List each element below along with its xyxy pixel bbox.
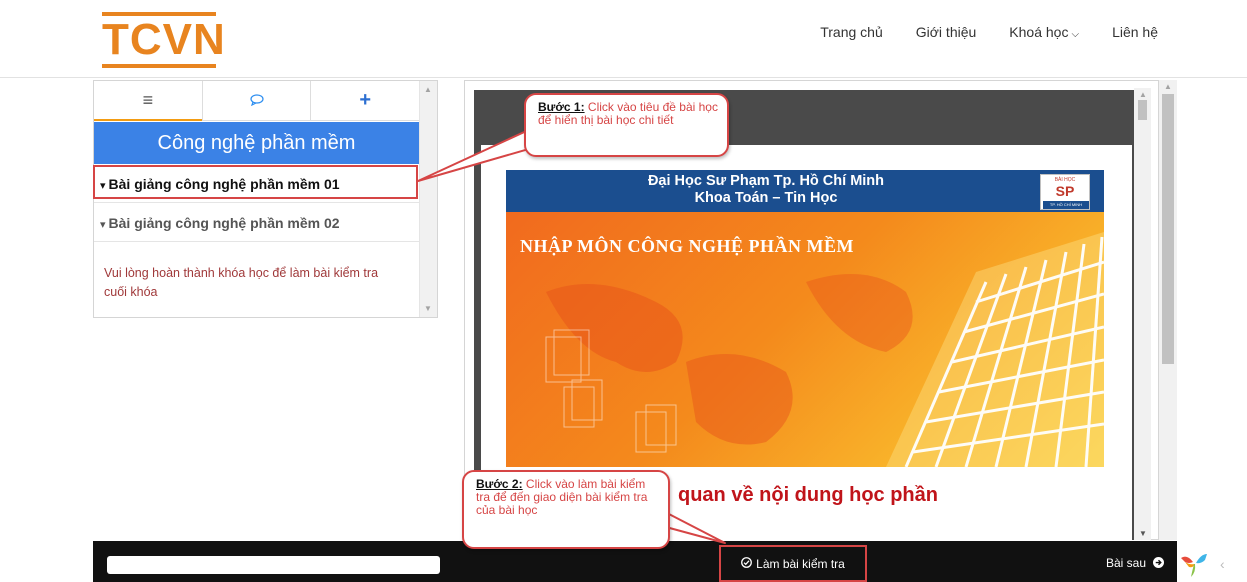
logo-bottom-bar <box>102 64 216 68</box>
callout-step-1: Bước 1: Click vào tiêu đề bài học để hiể… <box>524 93 729 157</box>
chevron-down-icon: ⌵ <box>1071 29 1080 40</box>
take-quiz-label: Làm bài kiểm tra <box>756 556 845 571</box>
next-lesson-label: Bài sau <box>1106 556 1147 570</box>
slide-subtitle: quan về nội dung học phần <box>678 484 938 506</box>
nav-home[interactable]: Trang chủ <box>820 24 883 40</box>
scroll-thumb[interactable] <box>1162 94 1174 364</box>
final-quiz-notice: Vui lòng hoàn thành khóa học để làm bài … <box>104 266 379 299</box>
scroll-thumb[interactable] <box>1138 100 1147 120</box>
course-sidebar: ≡ + Công nghệ phần mềm ▾ Bài giảng công n… <box>93 80 438 318</box>
plus-icon: + <box>359 89 372 111</box>
nav-courses-label: Khoá học <box>1009 24 1069 40</box>
site-header: TCVN Trang chủ Giới thiệu Khoá học ⌵ Liên… <box>0 0 1247 78</box>
course-title: Công nghệ phần mềm <box>94 122 419 164</box>
chat-icon <box>249 93 264 109</box>
check-circle-icon <box>741 556 753 571</box>
logo-main-text: SP <box>1055 183 1075 199</box>
scroll-down-icon[interactable]: ▼ <box>1139 529 1147 538</box>
chevron-left-icon[interactable]: ‹ <box>1220 556 1225 572</box>
brand-leaf-icon <box>1179 552 1209 578</box>
sidebar-scrollbar[interactable]: ▲ ▼ <box>419 81 437 317</box>
list-icon: ≡ <box>142 90 154 110</box>
callout-step-2: Bước 2: Click vào làm bài kiểm tra để đế… <box>462 470 670 549</box>
callout-step-2-label: Bước 2: <box>476 477 523 491</box>
tab-comments[interactable] <box>203 81 312 120</box>
logo-text: TCVN <box>102 15 226 64</box>
arrow-right-circle-icon <box>1150 556 1165 570</box>
scroll-up-icon[interactable]: ▲ <box>424 85 432 94</box>
chevron-down-icon: ▾ <box>100 219 106 231</box>
slide-university: Đại Học Sư Phạm Tp. Hồ Chí Minh <box>647 173 885 189</box>
tab-lessons[interactable]: ≡ <box>94 81 203 121</box>
nav-courses[interactable]: Khoá học ⌵ <box>1009 24 1079 40</box>
scroll-up-icon[interactable]: ▲ <box>1139 90 1147 99</box>
take-quiz-button[interactable]: Làm bài kiểm tra <box>719 545 867 582</box>
callout-step-1-label: Bước 1: <box>538 100 585 114</box>
scroll-down-icon[interactable]: ▼ <box>424 304 432 313</box>
scroll-up-icon[interactable]: ▲ <box>1164 82 1172 91</box>
nav-contact[interactable]: Liên hệ <box>1112 24 1158 40</box>
lesson-item-02[interactable]: ▾ Bài giảng công nghệ phần mềm 02 <box>94 204 419 242</box>
slide-cover-image: NHẬP MÔN CÔNG NGHỆ PHẦN MỀM <box>506 212 1104 467</box>
logo-bottom-text: TP. HỒ CHÍ MINH <box>1043 201 1089 209</box>
slide-university-block: Đại Học Sư Phạm Tp. Hồ Chí Minh Khoa Toá… <box>526 173 1006 207</box>
slide-faculty: Khoa Toán – Tin Học <box>694 190 838 206</box>
university-logo: BÀI HỌC SP TP. HỒ CHÍ MINH <box>1040 174 1090 210</box>
document-scrollbar[interactable]: ▲ ▼ <box>1134 88 1151 540</box>
next-lesson-button[interactable]: Bài sau <box>1106 556 1165 570</box>
lesson-highlight-box <box>93 165 418 199</box>
viewer-scrollbar[interactable]: ▲ <box>1159 80 1177 540</box>
tab-add[interactable]: + <box>311 81 419 120</box>
main-nav: Trang chủ Giới thiệu Khoá học ⌵ Liên hệ <box>787 24 1158 40</box>
slide-header: Đại Học Sư Phạm Tp. Hồ Chí Minh Khoa Toá… <box>506 170 1104 212</box>
nav-about[interactable]: Giới thiệu <box>916 24 977 40</box>
site-logo[interactable]: TCVN <box>102 12 226 68</box>
slide-title: NHẬP MÔN CÔNG NGHỆ PHẦN MỀM <box>520 236 854 256</box>
sidebar-tabs: ≡ + <box>94 81 419 121</box>
lesson-label: Bài giảng công nghệ phần mềm 02 <box>108 215 340 231</box>
search-input[interactable] <box>107 556 440 574</box>
